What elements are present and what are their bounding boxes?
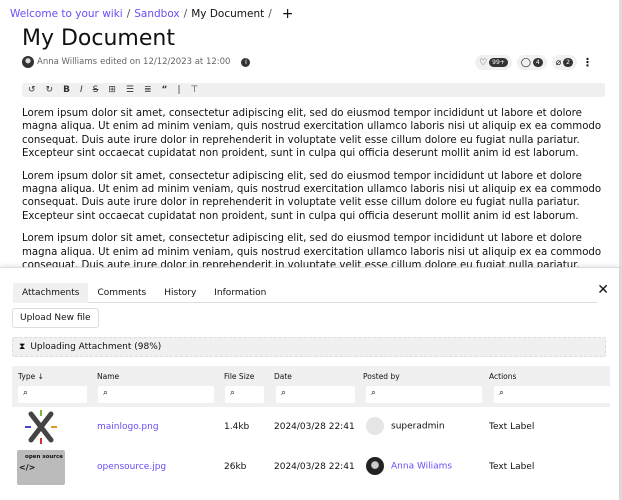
- info-icon[interactable]: i: [241, 57, 251, 67]
- pin-icon[interactable]: ⊤: [190, 85, 198, 95]
- tab-attachments[interactable]: Attachments: [13, 283, 89, 303]
- search-icon: ⌕: [499, 388, 505, 398]
- breadcrumb: Welcome to your wiki / Sandbox / My Docume…: [10, 6, 294, 22]
- likes-button[interactable]: ♡ 99+: [475, 55, 512, 70]
- page-title: My Document: [22, 26, 175, 51]
- attachments-count: 2: [563, 58, 573, 67]
- upload-progress: ⧗ Uploading Attachment (98%): [12, 337, 606, 357]
- breadcrumb-link[interactable]: Welcome to your wiki: [10, 8, 123, 20]
- search-icon: ⌕: [230, 388, 236, 398]
- search-icon: ⌕: [281, 388, 287, 398]
- separator: /: [183, 8, 188, 20]
- comments-button[interactable]: ◯ 4: [516, 55, 547, 70]
- attachments-button[interactable]: ⌀ 2: [551, 55, 577, 70]
- comments-count: 4: [532, 58, 543, 67]
- separator: /: [268, 8, 272, 20]
- numbered-list-icon[interactable]: ≣: [144, 85, 152, 95]
- file-link[interactable]: mainlogo.png: [97, 422, 159, 432]
- avatar: [366, 417, 384, 435]
- filter-date-input[interactable]: ⌕: [276, 386, 355, 403]
- file-size: 26kb: [224, 462, 247, 472]
- opensource-thumbnail: open source </>: [17, 450, 65, 485]
- close-icon[interactable]: ✕: [597, 282, 609, 298]
- tab-comments[interactable]: Comments: [88, 283, 155, 303]
- filter-size-input[interactable]: ⌕: [225, 386, 264, 403]
- filter-type-input[interactable]: ⌕: [18, 386, 87, 403]
- header-file-size[interactable]: File Size: [224, 372, 254, 381]
- posted-by: superadmin: [366, 417, 445, 435]
- progress-label: Uploading Attachment (98%): [30, 342, 162, 352]
- file-date: 2024/03/28 22:41: [274, 422, 355, 432]
- table-row: open source </> opensource.jpg 26kb 2024/…: [12, 447, 610, 487]
- likes-count: 99+: [489, 58, 508, 67]
- table-header: Type ↓ Name File Size Date Posted by Act…: [12, 366, 610, 407]
- quote-icon[interactable]: “: [162, 85, 168, 95]
- heart-icon: ♡: [479, 57, 488, 68]
- author-name[interactable]: Anna Williams: [37, 57, 97, 67]
- file-size: 1.4kb: [224, 422, 250, 432]
- attachments-table: Type ↓ Name File Size Date Posted by Act…: [12, 366, 610, 487]
- editor-toolbar: ↺ ↻ B I S ⊞ ☰ ≣ “ | ⊤: [22, 83, 605, 97]
- badges: ♡ 99+ ◯ 4 ⌀ 2: [475, 55, 577, 70]
- avatar: [22, 56, 34, 68]
- edited-text: edited on 12/12/2023 at 12:00: [100, 57, 231, 67]
- file-link[interactable]: opensource.jpg: [97, 462, 166, 472]
- header-actions[interactable]: Actions: [489, 372, 516, 381]
- attachments-panel: Attachments Comments History Information…: [0, 267, 619, 500]
- undo-icon[interactable]: ↺: [28, 85, 36, 95]
- user-link[interactable]: Anna Wiliams: [391, 462, 452, 472]
- search-icon: ⌕: [103, 388, 109, 398]
- breadcrumb-link[interactable]: Sandbox: [134, 8, 179, 20]
- table-row: mainlogo.png 1.4kb 2024/03/28 22:41 supe…: [12, 407, 610, 447]
- filter-posted-by-input[interactable]: ⌕: [366, 386, 482, 403]
- action-label[interactable]: Text Label: [489, 462, 534, 472]
- divider-icon[interactable]: |: [177, 85, 180, 95]
- filter-actions-input[interactable]: ⌕: [494, 386, 610, 403]
- italic-icon[interactable]: I: [80, 85, 83, 95]
- document-content: Lorem ipsum dolor sit amet, consectetur …: [22, 107, 607, 281]
- header-posted-by[interactable]: Posted by: [363, 372, 400, 381]
- action-label[interactable]: Text Label: [489, 422, 534, 432]
- comment-icon: ◯: [520, 57, 531, 68]
- plus-icon[interactable]: +: [282, 6, 294, 22]
- paragraph: Lorem ipsum dolor sit amet, consectetur …: [22, 170, 602, 222]
- tab-history[interactable]: History: [155, 283, 205, 303]
- header-date[interactable]: Date: [274, 372, 292, 381]
- filter-name-input[interactable]: ⌕: [98, 386, 214, 403]
- posted-by: Anna Wiliams: [366, 457, 452, 475]
- upload-new-file-button[interactable]: Upload New file: [12, 308, 99, 328]
- more-options-icon[interactable]: ⋮: [582, 56, 593, 69]
- mainlogo-thumbnail: [25, 410, 57, 444]
- redo-icon[interactable]: ↻: [46, 85, 54, 95]
- page-meta: Anna Williams edited on 12/12/2023 at 12…: [22, 56, 251, 68]
- avatar: [366, 457, 384, 475]
- hourglass-icon: ⧗: [19, 342, 26, 352]
- paperclip-icon: ⌀: [555, 57, 562, 68]
- table-icon[interactable]: ⊞: [108, 85, 116, 95]
- search-icon: ⌕: [371, 388, 377, 398]
- strikethrough-icon[interactable]: S: [93, 85, 99, 95]
- header-name[interactable]: Name: [97, 372, 119, 381]
- panel-tabs: Attachments Comments History Information: [13, 283, 597, 303]
- bullet-list-icon[interactable]: ☰: [126, 85, 134, 95]
- tab-information[interactable]: Information: [205, 283, 275, 303]
- breadcrumb-current: My Document: [191, 8, 265, 20]
- bold-icon[interactable]: B: [63, 85, 70, 95]
- paragraph: Lorem ipsum dolor sit amet, consectetur …: [22, 108, 602, 160]
- sort-down-icon: ↓: [37, 372, 44, 381]
- file-date: 2024/03/28 22:41: [274, 462, 355, 472]
- search-icon: ⌕: [23, 388, 29, 398]
- header-type[interactable]: Type ↓: [18, 372, 44, 381]
- separator: /: [126, 8, 131, 20]
